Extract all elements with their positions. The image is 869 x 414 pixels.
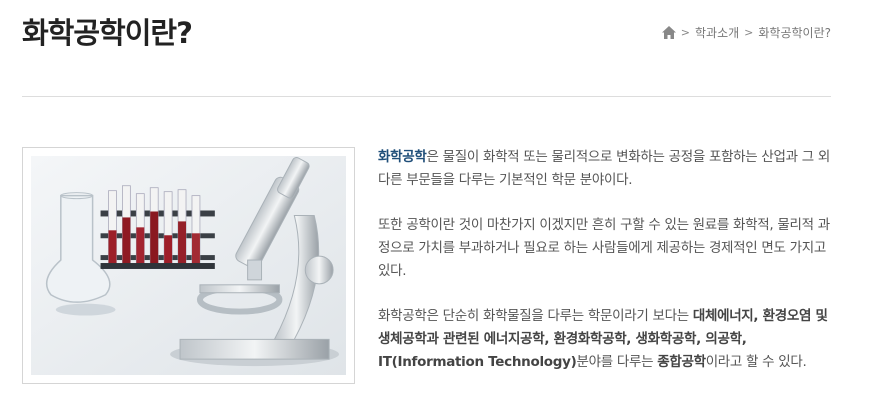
page-title: 화학공학이란? xyxy=(22,16,193,50)
paragraph-definition: 화학공학은 물질이 화학적 또는 물리적으로 변화하는 공정을 포함하는 산업과… xyxy=(378,146,830,192)
intro-content: 화학공학은 물질이 화학적 또는 물리적으로 변화하는 공정을 포함하는 산업과… xyxy=(378,146,830,396)
comprehensive-engineering: 종합공학 xyxy=(657,354,706,370)
lab-illustration xyxy=(31,156,346,375)
fields-intro: 화학공학은 단순히 화학물질을 다루는 학문이라기 보다는 xyxy=(378,308,693,324)
definition-text: 은 물질이 화학적 또는 물리적으로 변화하는 공정을 포함하는 산업과 그 외… xyxy=(378,149,830,188)
fields-end: 이라고 할 수 있다. xyxy=(705,354,807,370)
paragraph-fields: 화학공학은 단순히 화학물질을 다루는 학문이라기 보다는 대체에너지, 환경오… xyxy=(378,305,830,374)
header-divider xyxy=(22,96,831,97)
home-icon[interactable] xyxy=(661,26,676,39)
breadcrumb-separator: > xyxy=(744,26,754,39)
fields-mid: 분야를 다루는 xyxy=(576,354,658,370)
term-chemical-engineering: 화학공학 xyxy=(378,149,427,165)
paragraph-economics: 또한 공학이란 것이 마찬가지 이겠지만 흔히 구할 수 있는 원료를 화학적,… xyxy=(378,217,830,279)
breadcrumb-item-department[interactable]: 학과소개 xyxy=(695,24,739,41)
breadcrumb: > 학과소개 > 화학공학이란? xyxy=(661,24,831,41)
breadcrumb-separator: > xyxy=(680,26,690,39)
lab-equipment-image xyxy=(22,147,355,384)
breadcrumb-item-current[interactable]: 화학공학이란? xyxy=(758,24,831,41)
